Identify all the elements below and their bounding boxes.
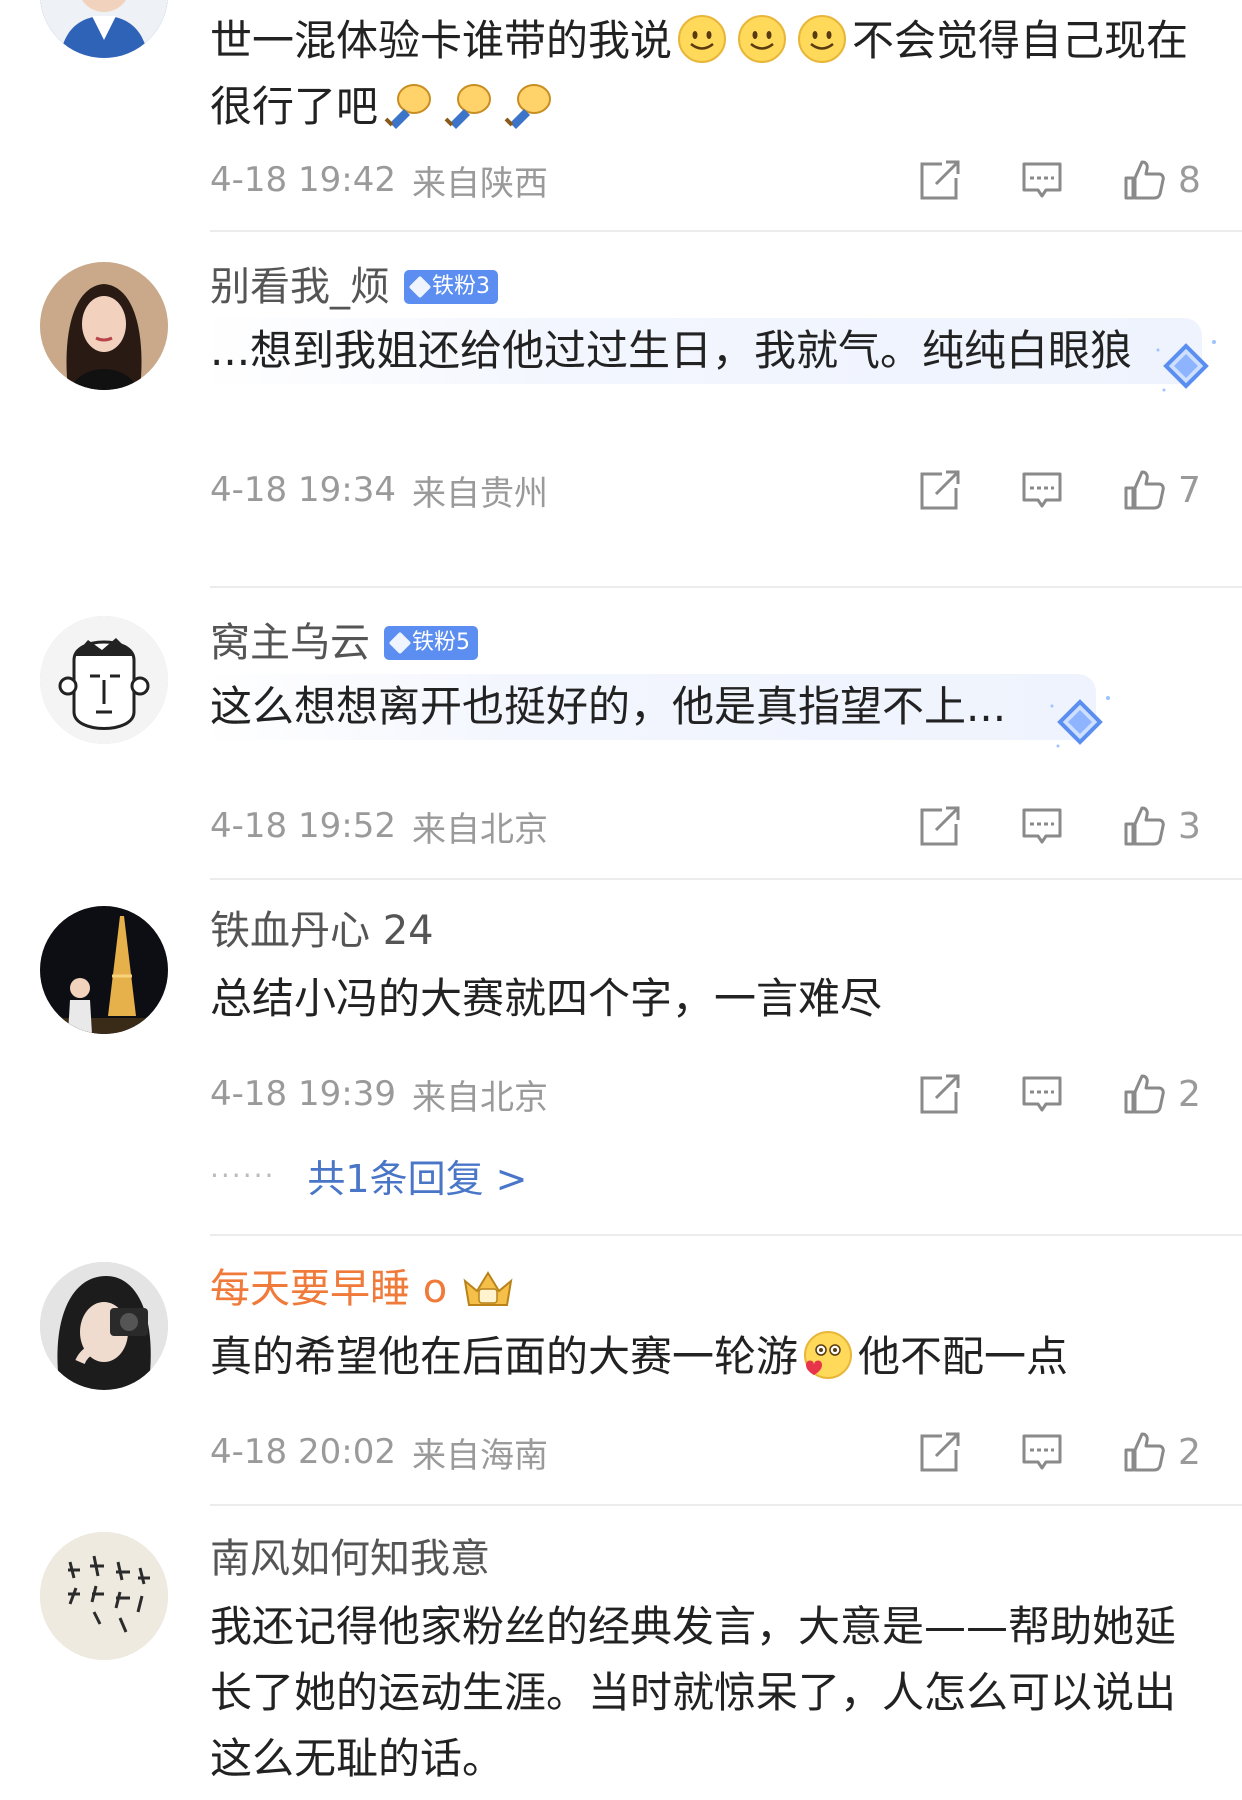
avatar[interactable]	[40, 1532, 168, 1660]
avatar[interactable]	[40, 1262, 168, 1390]
comment-actions: 7	[860, 460, 1202, 520]
username[interactable]: 铁血丹心 24	[210, 904, 434, 958]
username-row: 别看我_烦 铁粉3	[210, 260, 1202, 314]
avatar[interactable]	[40, 0, 168, 58]
smile-emoji-icon	[676, 13, 728, 65]
username-row: 铁血丹心 24	[210, 904, 1202, 958]
comment-actions: 2	[860, 1064, 1202, 1124]
comment-text: ...想到我姐还给他过过生日，我就气。纯纯白眼狼	[210, 326, 1133, 375]
comment-location: 来自贵州	[411, 473, 548, 514]
comment-actions: 2	[860, 1422, 1202, 1482]
comment-actions: 8	[860, 150, 1202, 210]
reply-dots: ······	[210, 1159, 276, 1192]
like-count: 7	[1178, 469, 1201, 511]
comment-bubble: ...想到我姐还给他过过生日，我就气。纯纯白眼狼	[200, 318, 1202, 384]
like-count: 3	[1178, 805, 1201, 847]
blush-emoji-icon	[802, 1329, 854, 1381]
diamond-decoration-icon	[1150, 332, 1222, 404]
diamond-decoration-icon	[1044, 688, 1116, 760]
comment-text: 我还记得他家粉丝的经典发言，大意是——帮助她延长了她的运动生涯。当时就惊呆了，人…	[210, 1602, 1177, 1783]
username-row: 窝主乌云 铁粉5	[210, 616, 1202, 670]
like-count: 8	[1178, 159, 1201, 201]
comment-text-part: 世一混体验卡谁带的我说	[210, 16, 673, 65]
thumbs-up-icon[interactable]	[1122, 1430, 1166, 1474]
comment-meta: 4-18 19:39 来自北京 2	[210, 1064, 1202, 1124]
divider	[210, 1234, 1242, 1236]
share-icon[interactable]	[918, 158, 962, 202]
comment-meta: 4-18 19:34 来自贵州 7	[210, 460, 1202, 520]
share-icon[interactable]	[918, 1072, 962, 1116]
view-replies-label: 共1条回复 >	[307, 1157, 528, 1201]
crown-icon	[461, 1267, 515, 1311]
comment-text: 总结小冯的大赛就四个字，一言难尽	[210, 974, 883, 1023]
comment-icon[interactable]	[1020, 1430, 1064, 1474]
comment-text: 真的希望他在后面的大赛一轮游 他不配一点	[210, 1324, 1202, 1390]
smile-emoji-icon	[796, 13, 848, 65]
comment-time: 4-18 19:42	[210, 160, 396, 200]
like-count: 2	[1178, 1073, 1201, 1115]
username[interactable]: 窝主乌云	[210, 616, 370, 670]
comment-text-part: 真的希望他在后面的大赛一轮游	[210, 1332, 799, 1381]
comment-text: 这么想想离开也挺好的，他是真指望不上...	[210, 682, 1007, 731]
fan-badge[interactable]: 铁粉5	[384, 626, 478, 660]
thumbs-up-icon[interactable]	[1122, 804, 1166, 848]
comment-time: 4-18 19:39	[210, 1074, 396, 1114]
username-row: 每天要早睡 o	[210, 1262, 1202, 1316]
fan-badge[interactable]: 铁粉3	[404, 270, 498, 304]
username-row: 南风如何知我意	[210, 1532, 1202, 1586]
fist-emoji-icon	[442, 79, 494, 131]
comment-text: 世一混体验卡谁带的我说 不会觉得自己现在很行了吧	[210, 8, 1202, 140]
comment-bubble: 这么想想离开也挺好的，他是真指望不上...	[200, 674, 1096, 740]
view-replies-link[interactable]: ······ 共1条回复 >	[210, 1148, 528, 1203]
comment-actions: 3	[860, 796, 1202, 856]
comment-time: 4-18 19:52	[210, 806, 396, 846]
fist-emoji-icon	[382, 79, 434, 131]
comment-time: 4-18 20:02	[210, 1432, 396, 1472]
share-icon[interactable]	[918, 804, 962, 848]
share-icon[interactable]	[918, 1430, 962, 1474]
comment-text-part: 他不配一点	[858, 1332, 1069, 1381]
comment-location: 来自海南	[411, 1435, 548, 1476]
comment-icon[interactable]	[1020, 804, 1064, 848]
username[interactable]: 每天要早睡 o	[210, 1262, 447, 1316]
divider	[210, 586, 1242, 588]
divider	[210, 230, 1242, 232]
comment-location: 来自北京	[411, 809, 548, 850]
comment-meta: 4-18 19:52 来自北京 3	[210, 796, 1202, 856]
fist-emoji-icon	[502, 79, 554, 131]
username[interactable]: 南风如何知我意	[210, 1532, 490, 1586]
share-icon[interactable]	[918, 468, 962, 512]
comment-meta: 4-18 20:02 来自海南 2	[210, 1422, 1202, 1482]
comment-icon[interactable]	[1020, 468, 1064, 512]
comment-time: 4-18 19:34	[210, 470, 396, 510]
comment-location: 来自北京	[411, 1077, 548, 1118]
username[interactable]: 别看我_烦	[210, 260, 390, 314]
divider	[210, 878, 1242, 880]
thumbs-up-icon[interactable]	[1122, 158, 1166, 202]
smile-emoji-icon	[736, 13, 788, 65]
diamond-icon	[408, 275, 432, 299]
divider	[210, 1504, 1242, 1506]
fan-badge-label: 铁粉3	[432, 274, 490, 299]
comment-icon[interactable]	[1020, 158, 1064, 202]
avatar[interactable]	[40, 616, 168, 744]
comment-location: 来自陕西	[411, 163, 548, 204]
comment-icon[interactable]	[1020, 1072, 1064, 1116]
like-count: 2	[1178, 1431, 1201, 1473]
thumbs-up-icon[interactable]	[1122, 468, 1166, 512]
diamond-icon	[388, 631, 412, 655]
avatar[interactable]	[40, 906, 168, 1034]
thumbs-up-icon[interactable]	[1122, 1072, 1166, 1116]
comment-meta: 4-18 19:42 来自陕西 8	[210, 150, 1202, 210]
avatar[interactable]	[40, 262, 168, 390]
fan-badge-label: 铁粉5	[412, 630, 470, 655]
